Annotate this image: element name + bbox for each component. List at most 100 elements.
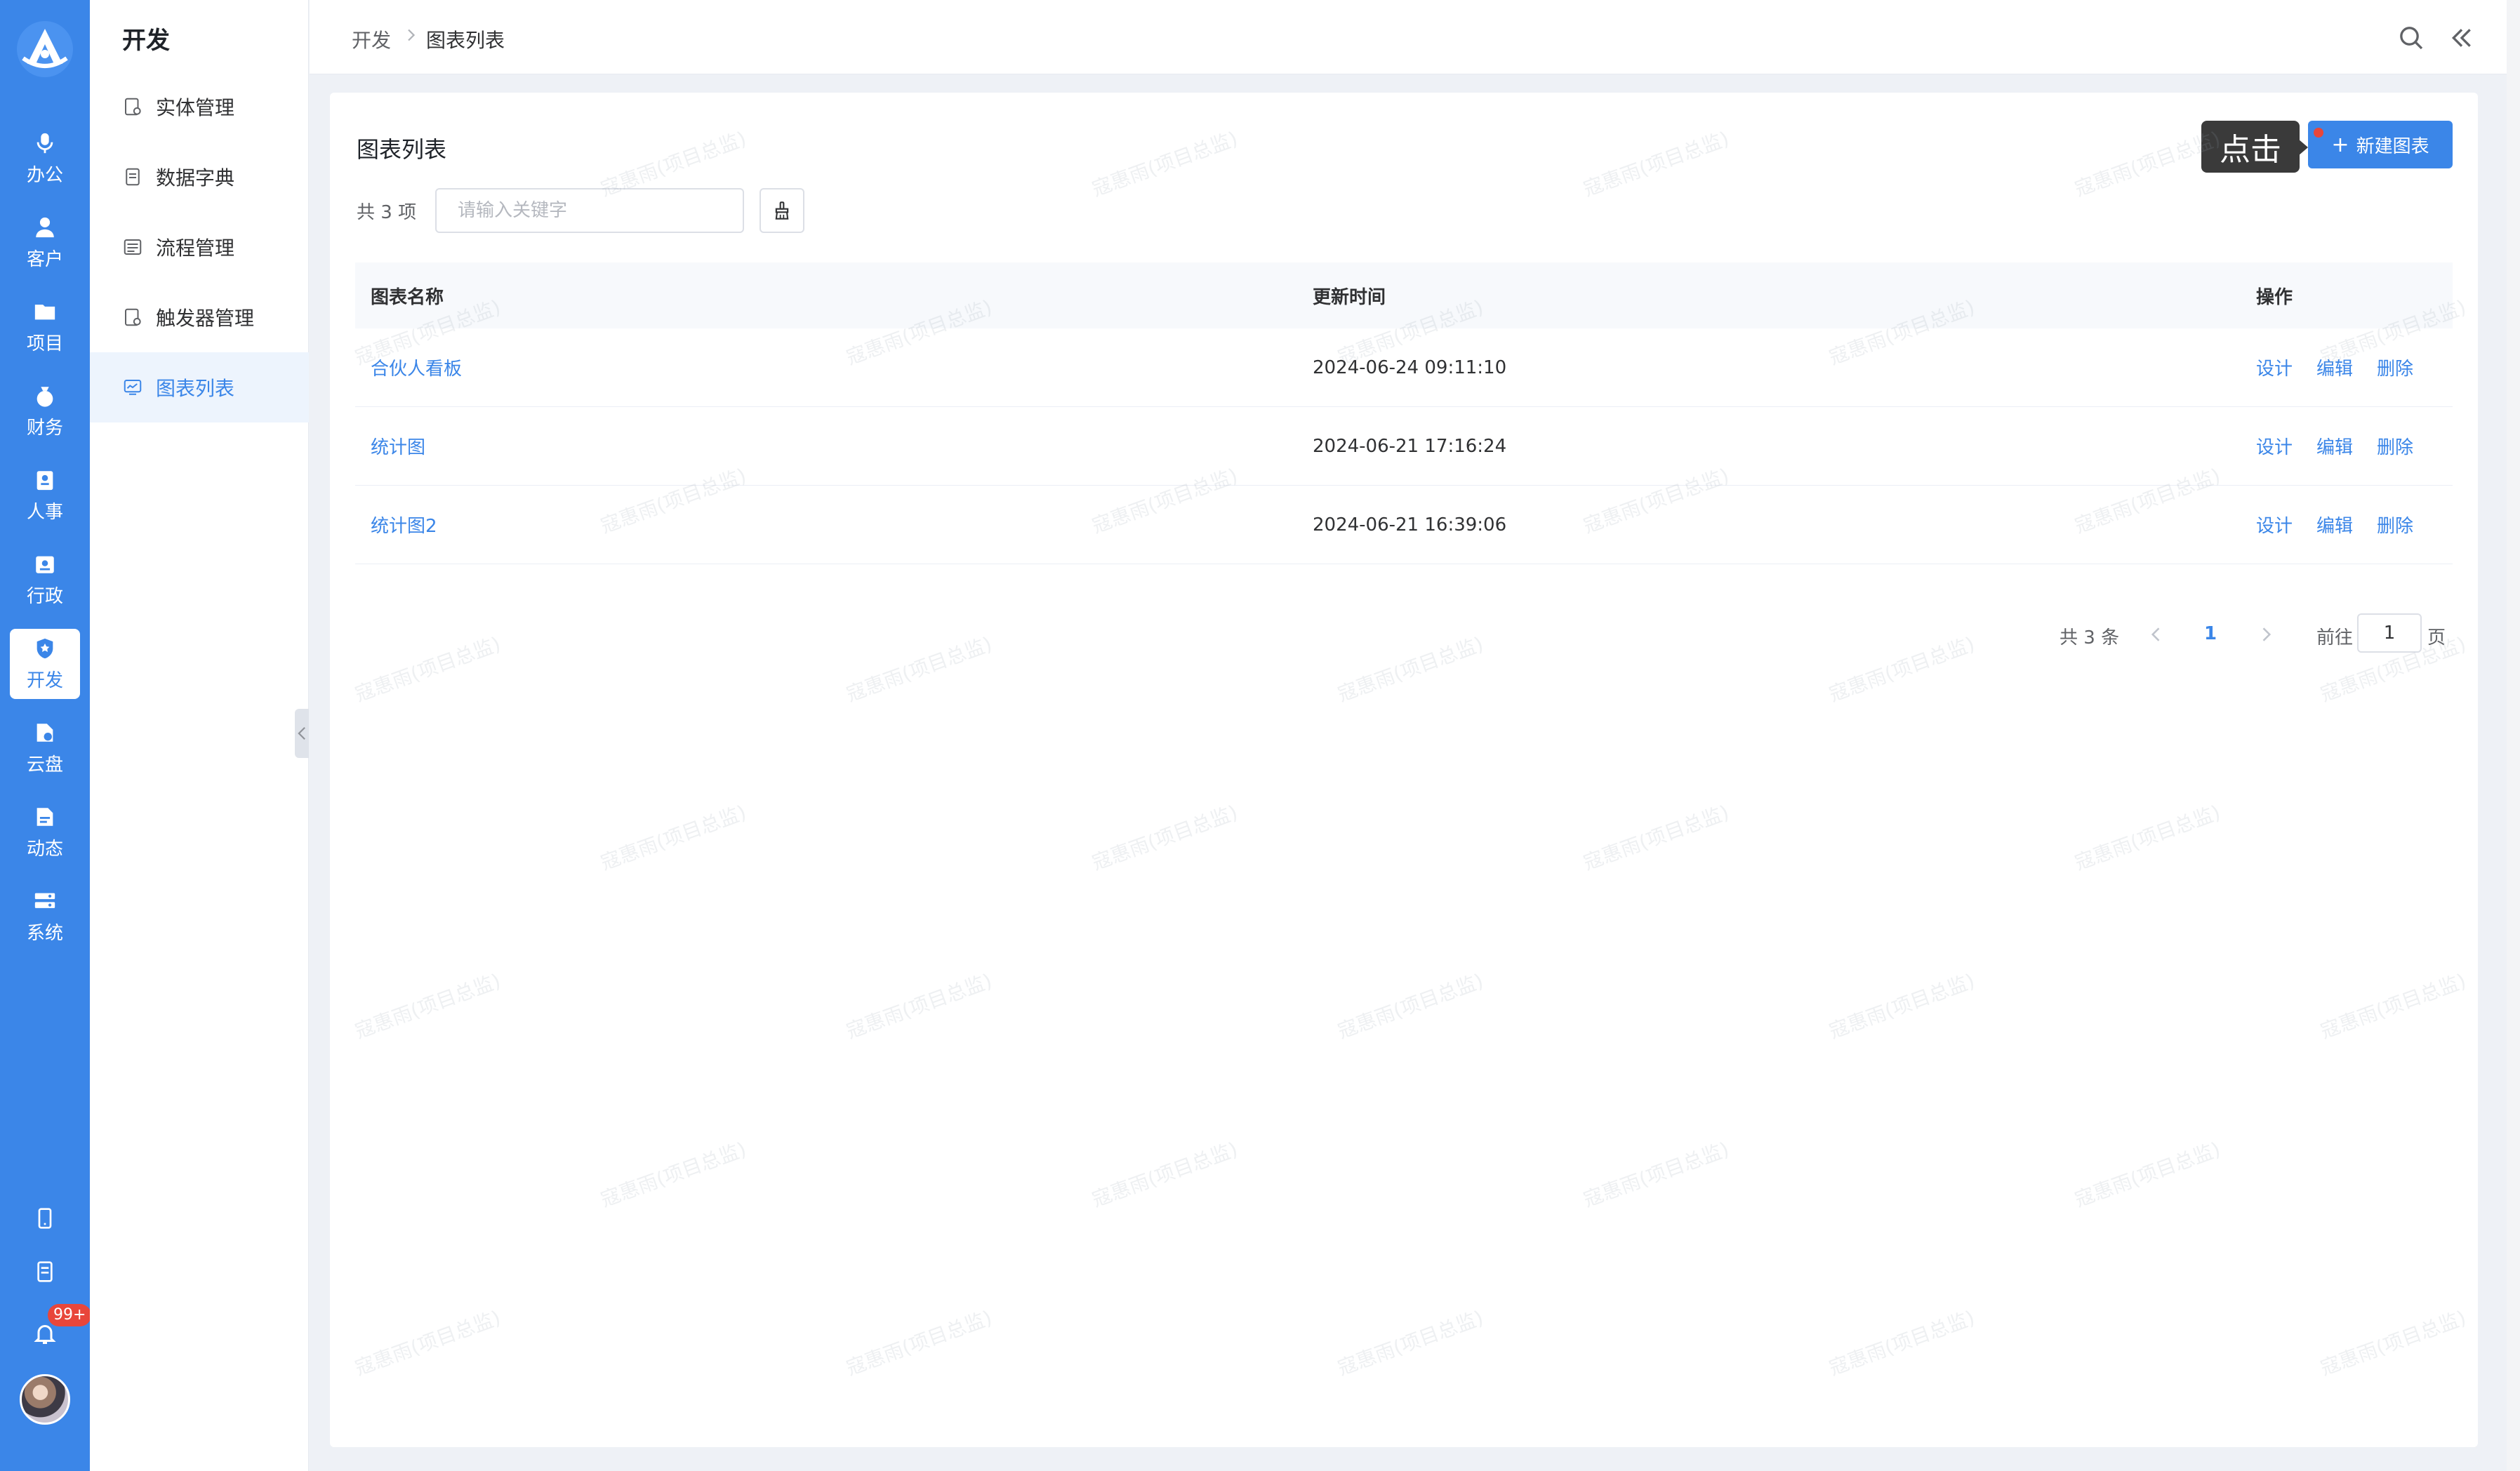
clear-filter-button[interactable] xyxy=(760,188,804,233)
table-row: 统计图 2024-06-21 17:16:24 设计 编辑 删除 xyxy=(355,407,2453,486)
submenu-item-label: 图表列表 xyxy=(156,377,235,400)
watermark-text: 寇惠雨(项目总监) xyxy=(1580,126,1732,201)
nav-item-label: 开发 xyxy=(26,670,63,691)
nav-item-label: 人事 xyxy=(26,501,63,523)
submenu-item-label: 实体管理 xyxy=(156,96,235,119)
new-chart-button[interactable]: + 新建图表 xyxy=(2308,121,2453,168)
nav-item-label: 行政 xyxy=(26,585,63,607)
watermark-text: 寇惠雨(项目总监) xyxy=(1089,800,1241,875)
search-icon[interactable] xyxy=(2397,24,2425,52)
nav-item-label: 云盘 xyxy=(26,754,63,776)
app-logo[interactable] xyxy=(8,13,81,86)
watermark-text: 寇惠雨(项目总监) xyxy=(1089,126,1241,201)
pagination-total: 共 3 条 xyxy=(2060,627,2120,648)
design-action[interactable]: 设计 xyxy=(2256,433,2293,459)
system-icon xyxy=(34,893,55,908)
chevron-left-icon xyxy=(298,726,305,740)
submenu-item-chart-list[interactable]: 图表列表 xyxy=(90,352,309,422)
dev-submenu: 开发 实体管理 数据字典 流程管理 触发器管理 图表列表 xyxy=(90,0,309,1471)
submenu-item-trigger[interactable]: 触发器管理 xyxy=(90,282,309,352)
nav-item-dev[interactable]: 开发 xyxy=(10,629,80,699)
chart-name-link[interactable]: 统计图2 xyxy=(371,512,437,538)
chart-list-card: 图表列表 共 3 项 点击 + 新建图表 图表名称 更新时间 操作 合伙人看板 … xyxy=(330,93,2478,1447)
next-page-icon[interactable] xyxy=(2256,625,2276,644)
nav-item-admin[interactable]: 行政 xyxy=(10,545,80,615)
nav-item-office[interactable]: 办公 xyxy=(10,124,80,194)
watermark-text: 寇惠雨(项目总监) xyxy=(352,969,504,1044)
watermark-text: 寇惠雨(项目总监) xyxy=(1826,969,1978,1044)
nav-item-finance[interactable]: 财务 xyxy=(10,376,80,446)
watermark-text: 寇惠雨(项目总监) xyxy=(1580,800,1732,875)
nav-item-hr[interactable]: 人事 xyxy=(10,460,80,531)
feed-icon xyxy=(37,807,53,826)
submenu-collapse-handle[interactable] xyxy=(295,709,309,758)
nav-item-label: 系统 xyxy=(26,922,63,944)
watermark-text: 寇惠雨(项目总监) xyxy=(1334,969,1487,1044)
submenu-title: 开发 xyxy=(122,27,170,55)
watermark-text: 寇惠雨(项目总监) xyxy=(597,800,750,875)
mobile-button[interactable] xyxy=(31,1204,59,1232)
submenu-item-workflow[interactable]: 流程管理 xyxy=(90,212,309,282)
plus-icon: + xyxy=(2331,132,2349,157)
submenu-item-label: 触发器管理 xyxy=(156,307,255,330)
chart-name-link[interactable]: 统计图 xyxy=(371,433,425,459)
edit-action[interactable]: 编辑 xyxy=(2316,433,2353,459)
user-avatar[interactable] xyxy=(20,1374,70,1425)
customers-icon xyxy=(36,217,54,237)
submenu-item-label: 流程管理 xyxy=(156,237,235,260)
column-header-updated: 更新时间 xyxy=(1313,286,1386,308)
table-header: 图表名称 更新时间 操作 xyxy=(355,262,2453,328)
nav-item-customers[interactable]: 客户 xyxy=(10,208,80,278)
table-row: 合伙人看板 2024-06-24 09:11:10 设计 编辑 删除 xyxy=(355,328,2453,407)
main-nav-rail: 办公 客户 项目 财务 人事 行政 开发 云盘 动态 系统 99+ xyxy=(0,0,92,1471)
design-action[interactable]: 设计 xyxy=(2256,512,2293,538)
watermark-text: 寇惠雨(项目总监) xyxy=(843,1305,995,1380)
click-hint-tooltip: 点击 xyxy=(2201,121,2300,173)
folder-icon xyxy=(34,304,55,319)
watermark-text: 寇惠雨(项目总监) xyxy=(2071,1137,2224,1212)
submenu-item-dictionary[interactable]: 数据字典 xyxy=(90,142,309,212)
design-action[interactable]: 设计 xyxy=(2256,354,2293,380)
id-badge-icon xyxy=(37,470,53,490)
search-input[interactable] xyxy=(435,188,744,233)
edit-action[interactable]: 编辑 xyxy=(2316,354,2353,380)
collapse-double-left-icon[interactable] xyxy=(2448,24,2476,52)
edit-action[interactable]: 编辑 xyxy=(2316,512,2353,538)
watermark-text: 寇惠雨(项目总监) xyxy=(1334,632,1487,707)
app-root: 办公 客户 项目 财务 人事 行政 开发 云盘 动态 系统 99+ 开发 实体管… xyxy=(0,0,2520,1471)
chart-icon xyxy=(124,380,142,395)
watermark-text: 寇惠雨(项目总监) xyxy=(352,1305,504,1380)
page-scrollbar[interactable] xyxy=(2507,0,2520,1471)
workflow-icon xyxy=(124,239,142,255)
delete-action[interactable]: 删除 xyxy=(2377,512,2413,538)
watermark-text: 寇惠雨(项目总监) xyxy=(352,632,504,707)
click-indicator-dot xyxy=(2314,128,2323,138)
pagination-page-suffix: 页 xyxy=(2427,627,2446,648)
mobile-icon xyxy=(38,1208,52,1229)
pagination-goto-label: 前往 xyxy=(2316,627,2354,648)
money-bag-icon xyxy=(37,386,53,407)
pagination-page-input[interactable] xyxy=(2357,613,2422,653)
admin-icon xyxy=(36,556,54,573)
nav-item-system[interactable]: 系统 xyxy=(10,881,80,952)
chart-name-link[interactable]: 合伙人看板 xyxy=(371,354,462,380)
nav-item-feed[interactable]: 动态 xyxy=(10,797,80,867)
pagination-current-page[interactable]: 1 xyxy=(2204,623,2217,644)
watermark-text: 寇惠雨(项目总监) xyxy=(1580,1137,1732,1212)
column-header-name: 图表名称 xyxy=(371,286,444,308)
trigger-icon xyxy=(125,308,141,326)
prev-page-icon[interactable] xyxy=(2147,625,2166,644)
total-count: 共 3 项 xyxy=(357,202,417,223)
nav-item-projects[interactable]: 项目 xyxy=(10,292,80,362)
notification-badge: 99+ xyxy=(48,1304,92,1326)
tooltip-arrow xyxy=(2298,139,2308,156)
delete-action[interactable]: 删除 xyxy=(2377,354,2413,380)
top-header: 开发 图表列表 xyxy=(310,0,2507,74)
updated-time: 2024-06-21 17:16:24 xyxy=(1313,435,1507,457)
watermark-text: 寇惠雨(项目总监) xyxy=(843,969,995,1044)
nav-item-cloud-drive[interactable]: 云盘 xyxy=(10,713,80,783)
notes-button[interactable] xyxy=(31,1258,59,1286)
submenu-item-entity[interactable]: 实体管理 xyxy=(90,72,309,142)
delete-action[interactable]: 删除 xyxy=(2377,433,2413,459)
breadcrumb-item[interactable]: 开发 xyxy=(352,25,391,53)
